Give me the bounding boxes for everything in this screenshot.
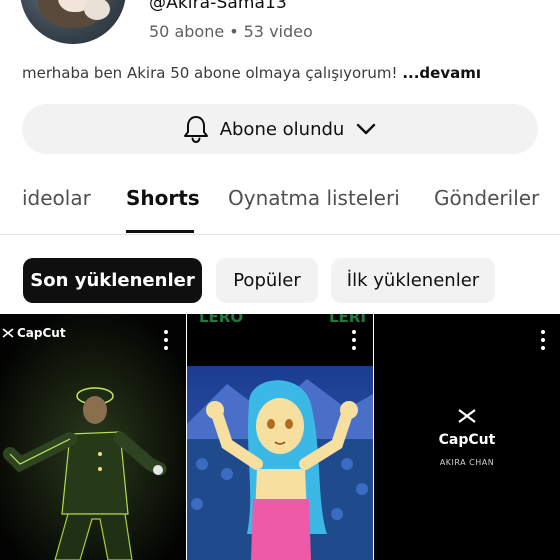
stats-separator: • — [229, 22, 239, 41]
more-link[interactable]: ...devamı — [402, 64, 481, 82]
short-thumbnail-3[interactable]: CapCut AKIRA CHAN — [374, 314, 560, 560]
capcut-icon — [2, 328, 14, 338]
capcut-label: CapCut — [17, 326, 66, 340]
avatar-hand — [84, 0, 110, 20]
chip-oldest[interactable]: İlk yüklenenler — [331, 258, 495, 303]
capcut-logo-text: CapCut — [438, 432, 496, 448]
description-text: merhaba ben Akira 50 abone olmaya çalışı… — [22, 64, 398, 82]
subscriber-count: 50 abone — [149, 22, 225, 41]
short-thumbnail-1[interactable]: CapCut — [0, 314, 186, 560]
short-thumbnail-2[interactable]: LERO LERI — [187, 314, 373, 560]
tabs-divider — [0, 234, 560, 235]
channel-stats: 50 abone • 53 video — [149, 22, 313, 41]
tab-videos[interactable]: ideolar — [22, 186, 91, 210]
subscribed-button[interactable]: Abone olundu — [22, 104, 538, 154]
short-3-more-icon[interactable] — [540, 330, 546, 350]
short-3-caption: AKIRA CHAN — [439, 458, 495, 467]
subscribed-label: Abone olundu — [219, 118, 345, 140]
channel-handle: @Akira-Sama13 — [149, 0, 287, 13]
short-2-text-left: LERO — [199, 314, 244, 326]
tab-shorts[interactable]: Shorts — [126, 186, 200, 210]
chip-latest[interactable]: Son yüklenenler — [23, 258, 202, 303]
channel-avatar[interactable] — [20, 0, 126, 44]
tab-playlists[interactable]: Oynatma listeleri — [228, 186, 400, 210]
active-tab-indicator — [126, 230, 194, 233]
channel-description[interactable]: merhaba ben Akira 50 abone olmaya çalışı… — [22, 64, 481, 82]
chip-popular[interactable]: Popüler — [216, 258, 318, 303]
short-2-text-right: LERI — [329, 314, 366, 326]
video-count: 53 video — [243, 22, 313, 41]
short-1-more-icon[interactable] — [163, 330, 169, 350]
short-2-more-icon[interactable] — [351, 330, 357, 350]
short-2-artwork — [187, 366, 373, 560]
capcut-logo-icon — [458, 409, 476, 423]
chevron-down-icon — [354, 117, 378, 141]
capcut-watermark: CapCut — [2, 326, 66, 340]
bell-icon — [182, 114, 210, 144]
channel-tabs: ideolar Shorts Oynatma listeleri Gönderi… — [0, 186, 560, 234]
capcut-title-card: CapCut AKIRA CHAN — [374, 408, 560, 467]
tab-posts[interactable]: Gönderiler — [434, 186, 539, 210]
short-1-artwork — [0, 314, 186, 560]
